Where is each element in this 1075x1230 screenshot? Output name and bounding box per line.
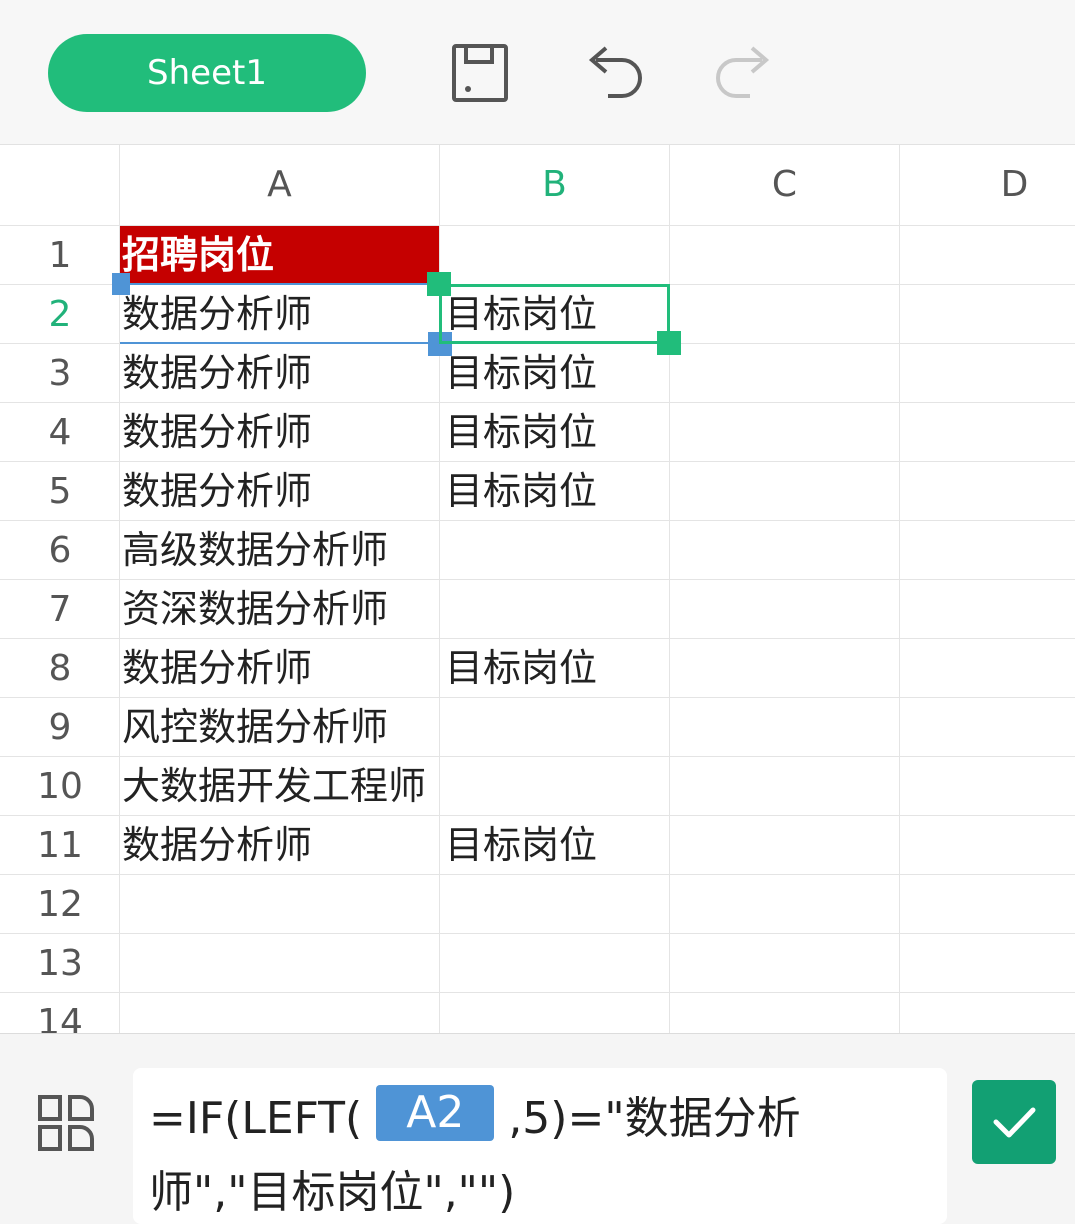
formula-input[interactable]: =IF(LEFT( A2 ,5)="数据分析 师","目标岗位","") <box>133 1068 947 1224</box>
cell-b8[interactable]: 目标岗位 <box>440 639 669 698</box>
toolbar: Sheet1 <box>0 0 1075 145</box>
cell-a1[interactable]: 招聘岗位 <box>120 226 439 285</box>
cell-a6[interactable]: 高级数据分析师 <box>120 521 439 580</box>
cell-b11[interactable]: 目标岗位 <box>440 816 669 875</box>
row-header[interactable]: 3 <box>0 344 120 403</box>
reference-highlight <box>120 283 440 344</box>
row-header[interactable]: 9 <box>0 698 120 757</box>
cell-a4[interactable]: 数据分析师 <box>120 403 439 462</box>
save-icon[interactable] <box>448 40 512 106</box>
spreadsheet-grid: A B C D 1 2 3 4 5 6 7 8 9 10 11 12 13 14… <box>0 145 1075 1033</box>
row-header[interactable]: 1 <box>0 226 120 285</box>
row-header[interactable]: 12 <box>0 875 120 934</box>
grid-line <box>669 145 670 1033</box>
cell-b3[interactable]: 目标岗位 <box>440 344 669 403</box>
grid-line <box>0 992 1075 993</box>
check-icon <box>993 1107 1036 1138</box>
column-header-c[interactable]: C <box>670 145 899 225</box>
active-cell-selection <box>439 284 670 344</box>
row-header[interactable]: 11 <box>0 816 120 875</box>
function-grid-icon[interactable] <box>36 1093 96 1153</box>
cell-a9[interactable]: 风控数据分析师 <box>120 698 439 757</box>
selection-handle[interactable] <box>657 331 681 355</box>
row-header[interactable]: 6 <box>0 521 120 580</box>
column-header-a[interactable]: A <box>120 145 439 225</box>
row-header[interactable]: 2 <box>0 285 120 344</box>
grid-line <box>899 145 900 1033</box>
formula-line2: 师","目标岗位","") <box>149 1167 516 1218</box>
row-header[interactable]: 10 <box>0 757 120 816</box>
row-header[interactable]: 14 <box>0 993 120 1033</box>
cell-a8[interactable]: 数据分析师 <box>120 639 439 698</box>
confirm-button[interactable] <box>972 1080 1056 1164</box>
column-header-b[interactable]: B <box>440 145 669 225</box>
undo-icon[interactable] <box>582 40 646 106</box>
column-header-d[interactable]: D <box>900 145 1075 225</box>
redo-icon[interactable] <box>712 40 776 106</box>
selection-handle[interactable] <box>427 272 451 296</box>
cell-a5[interactable]: 数据分析师 <box>120 462 439 521</box>
formula-reference-chip[interactable]: A2 <box>376 1085 495 1141</box>
reference-handle[interactable] <box>112 273 130 295</box>
formula-suffix: ,5)="数据分析 <box>508 1093 801 1144</box>
cell-b4[interactable]: 目标岗位 <box>440 403 669 462</box>
formula-prefix: =IF(LEFT( <box>149 1093 363 1144</box>
cell-b5[interactable]: 目标岗位 <box>440 462 669 521</box>
row-header[interactable]: 7 <box>0 580 120 639</box>
sheet-tab[interactable]: Sheet1 <box>48 34 366 112</box>
cell-a3[interactable]: 数据分析师 <box>120 344 439 403</box>
row-header[interactable]: 8 <box>0 639 120 698</box>
row-header[interactable]: 4 <box>0 403 120 462</box>
cell-a7[interactable]: 资深数据分析师 <box>120 580 439 639</box>
grid-line <box>0 933 1075 934</box>
cell-a10[interactable]: 大数据开发工程师 <box>120 757 439 816</box>
row-header[interactable]: 13 <box>0 934 120 993</box>
row-header[interactable]: 5 <box>0 462 120 521</box>
cell-a11[interactable]: 数据分析师 <box>120 816 439 875</box>
